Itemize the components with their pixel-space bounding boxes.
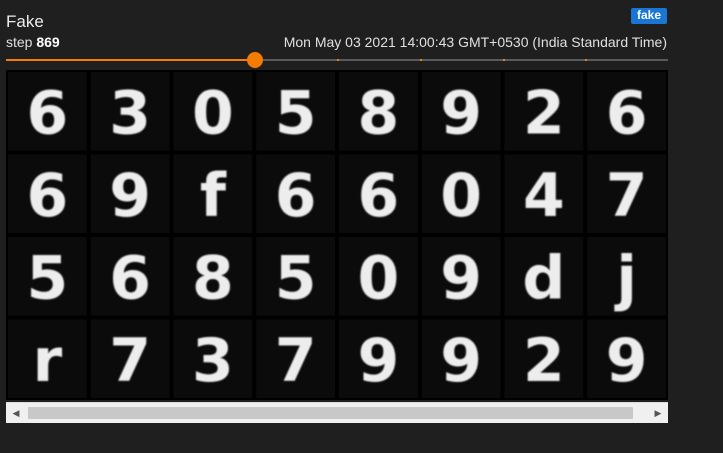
generated-digit: 9 <box>440 78 482 148</box>
generated-digit: 7 <box>109 326 151 396</box>
tag-badge[interactable]: fake <box>631 8 667 24</box>
generated-digit: 4 <box>523 161 565 231</box>
generated-digit: 9 <box>440 243 482 313</box>
slider-tick <box>502 59 505 61</box>
generated-digit: 3 <box>109 78 151 148</box>
generated-digit: 9 <box>109 161 151 231</box>
slider-tick <box>337 59 339 61</box>
generated-digit: 9 <box>606 326 648 396</box>
generated-digit: 5 <box>275 243 317 313</box>
generated-digit: 8 <box>358 78 400 148</box>
generated-digit: 3 <box>192 326 234 396</box>
slider-tick <box>419 59 422 61</box>
generated-digit: 2 <box>523 78 565 148</box>
step-label: step <box>6 34 33 50</box>
step-indicator: step 869 <box>6 34 60 50</box>
triangle-left-icon[interactable]: ◀ <box>6 403 26 423</box>
generated-digit: 6 <box>27 78 69 148</box>
slider-thumb[interactable] <box>246 52 263 68</box>
generated-digit: 0 <box>192 78 234 148</box>
generated-image: 6305892669f66047568509djr7379929 <box>6 70 668 400</box>
generated-digit: f <box>200 161 227 231</box>
horizontal-scrollbar[interactable]: ◀ ▶ <box>6 402 668 423</box>
digit-grid: 6 3 0 5 8 9 2 66 9 f 6 6 0 4 75 6 8 5 0 9 d jr 7 3 7 9 9 2 9 <box>8 72 666 398</box>
generated-digit: 5 <box>275 78 317 148</box>
generated-digit: 6 <box>358 161 400 231</box>
generated-digit: 9 <box>440 326 482 396</box>
generated-digit: 2 <box>523 326 565 396</box>
generated-digit: 6 <box>606 78 648 148</box>
timestamp: Mon May 03 2021 14:00:43 GMT+0530 (India… <box>283 34 667 50</box>
generated-digit: 6 <box>27 161 69 231</box>
generated-digit: 0 <box>440 161 482 231</box>
scrollbar-thumb[interactable] <box>28 407 633 419</box>
generated-digit: 5 <box>27 243 69 313</box>
card-title: Fake <box>6 12 44 31</box>
generated-digit: j <box>614 243 637 313</box>
step-value: 869 <box>36 34 60 50</box>
slider-tick <box>585 59 588 61</box>
generated-digit: 8 <box>192 243 234 313</box>
generated-digit: 7 <box>275 326 317 396</box>
generated-digit: 0 <box>358 243 400 313</box>
generated-digit: 6 <box>109 243 151 313</box>
slider-fill <box>6 59 255 61</box>
triangle-right-icon[interactable]: ▶ <box>648 403 668 423</box>
generated-digit: 9 <box>358 326 400 396</box>
generated-digit: d <box>522 243 565 313</box>
step-slider[interactable] <box>6 52 668 68</box>
generated-digit: r <box>33 326 63 396</box>
generated-digit: 7 <box>606 161 648 231</box>
generated-digit: 6 <box>275 161 317 231</box>
